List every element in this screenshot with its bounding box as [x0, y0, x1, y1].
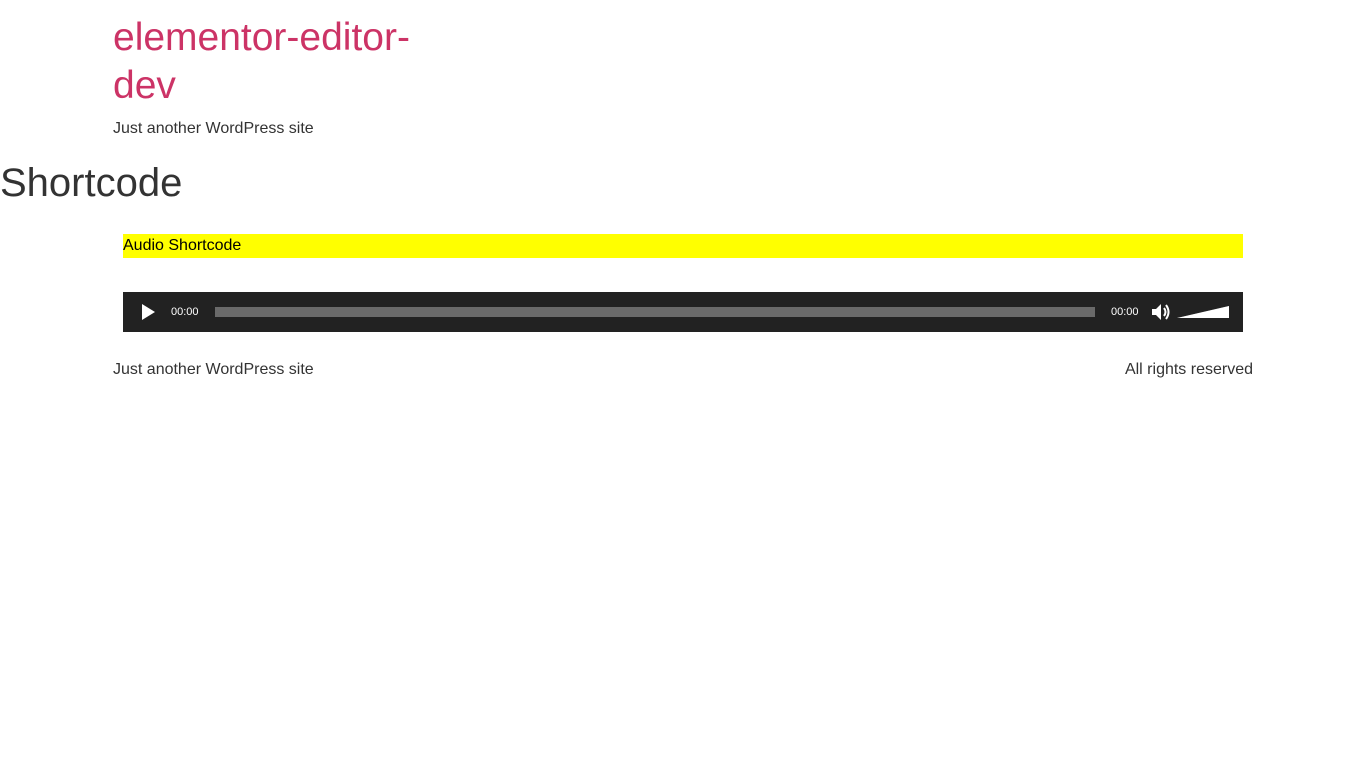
- play-button[interactable]: [139, 303, 157, 321]
- progress-rail[interactable]: [215, 307, 1095, 317]
- audio-player: 00:00 00:00: [123, 292, 1243, 332]
- site-description: Just another WordPress site: [113, 120, 314, 137]
- site-title-line-2: dev: [113, 64, 176, 107]
- mute-button[interactable]: [1151, 303, 1171, 321]
- volume-level: [1177, 306, 1229, 318]
- volume-icon: [1152, 304, 1170, 320]
- shortcode-label: Audio Shortcode: [123, 234, 1243, 258]
- footer-copyright: All rights reserved: [1124, 361, 1253, 378]
- page-title: Shortcode: [0, 161, 183, 205]
- site-title-line-1: elementor-editor-: [113, 16, 410, 59]
- site-title-link[interactable]: elementor-editor- dev: [113, 14, 453, 110]
- site-footer: Just another WordPress site All rights r…: [113, 359, 1253, 381]
- current-time: 00:00: [171, 306, 199, 318]
- site-header: elementor-editor- dev Just another WordP…: [113, 14, 453, 139]
- play-icon: [142, 304, 155, 320]
- volume-slider[interactable]: [1177, 303, 1229, 321]
- duration-time: 00:00: [1111, 306, 1139, 318]
- footer-description: Just another WordPress site: [113, 361, 314, 378]
